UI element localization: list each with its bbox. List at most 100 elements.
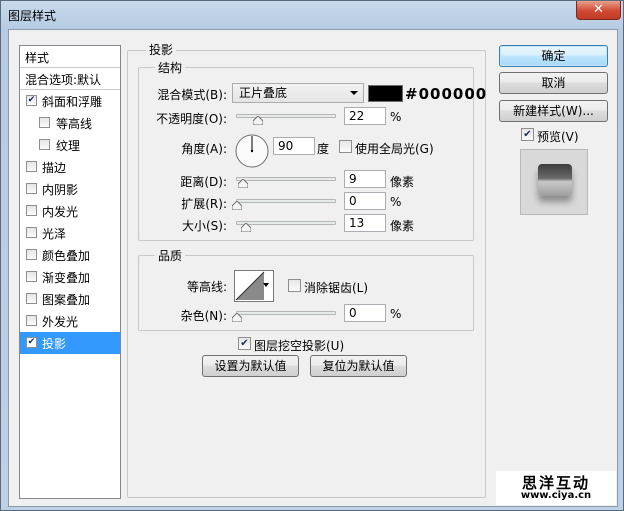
global-light-label: 使用全局光(G): [355, 142, 434, 156]
opacity-slider-thumb[interactable]: [253, 116, 263, 125]
style-item-label: 纹理: [56, 139, 81, 153]
preview-swatch: [538, 164, 572, 196]
style-item-stroke[interactable]: 描边: [20, 156, 120, 178]
style-item-bevel-emboss[interactable]: ✔ 斜面和浮雕: [20, 90, 120, 112]
title-bar: 图层样式 ✕: [1, 1, 623, 28]
style-item-label: 斜面和浮雕: [42, 95, 103, 109]
style-item-texture[interactable]: 纹理: [20, 134, 120, 156]
preview-label: 预览(V): [537, 130, 579, 144]
cancel-button[interactable]: 取消: [499, 72, 608, 94]
style-item-checkbox[interactable]: ✔: [26, 337, 37, 348]
spread-unit: %: [390, 195, 402, 209]
distance-slider-track[interactable]: [236, 177, 336, 181]
style-item-label: 图案叠加: [42, 293, 91, 307]
style-item-label: 等高线: [56, 117, 93, 131]
chevron-down-icon[interactable]: [263, 283, 269, 287]
size-slider-thumb[interactable]: [241, 223, 251, 232]
size-label: 大小(S):: [181, 219, 227, 233]
spread-slider-thumb[interactable]: [232, 201, 242, 210]
opacity-unit: %: [390, 110, 402, 124]
angle-label: 角度(A):: [181, 142, 227, 156]
distance-input[interactable]: 9: [344, 170, 386, 188]
structure-title: 结构: [155, 59, 186, 76]
close-button[interactable]: ✕: [576, 1, 621, 20]
style-item-outer-glow[interactable]: 外发光: [20, 310, 120, 332]
style-item-checkbox[interactable]: [26, 293, 37, 304]
style-item-color-overlay[interactable]: 颜色叠加: [20, 244, 120, 266]
spread-slider-track[interactable]: [236, 199, 336, 203]
style-list-header: 样式: [20, 46, 120, 68]
style-item-label: 投影: [42, 337, 67, 351]
style-item-checkbox[interactable]: [26, 315, 37, 326]
opacity-input[interactable]: 22: [344, 107, 386, 125]
style-item-label: 外发光: [42, 315, 79, 329]
shadow-color-swatch[interactable]: [368, 85, 403, 102]
preview-checkbox[interactable]: ✔: [521, 128, 534, 141]
opacity-label: 不透明度(O):: [156, 112, 227, 126]
style-item-checkbox[interactable]: [26, 227, 37, 238]
chevron-down-icon: [350, 91, 358, 95]
watermark-url: www.ciya.cn: [520, 490, 592, 501]
style-item-inner-glow[interactable]: 内发光: [20, 200, 120, 222]
style-item-satin[interactable]: 光泽: [20, 222, 120, 244]
shadow-color-hex: #000000: [405, 85, 488, 103]
style-item-label: 内发光: [42, 205, 79, 219]
anti-alias-label: 消除锯齿(L): [304, 281, 369, 295]
layer-style-dialog: 图层样式 ✕ 样式 混合选项:默认 ✔ 斜面和浮雕 等高线 纹理 描边 内阴影 …: [0, 0, 624, 511]
style-item-checkbox[interactable]: [26, 271, 37, 282]
style-item-gradient-overlay[interactable]: 渐变叠加: [20, 266, 120, 288]
global-light-checkbox[interactable]: [339, 140, 352, 153]
angle-dial[interactable]: [234, 133, 270, 169]
make-default-button[interactable]: 设置为默认值: [202, 355, 299, 377]
new-style-button[interactable]: 新建样式(W)...: [499, 100, 608, 122]
style-item-checkbox[interactable]: [39, 139, 50, 150]
size-slider-track[interactable]: [236, 221, 336, 225]
style-item-checkbox[interactable]: [26, 161, 37, 172]
distance-unit: 像素: [390, 175, 415, 189]
style-item-label: 混合选项:默认: [25, 73, 102, 87]
style-preview-thumbnail: [520, 149, 588, 215]
knockout-label: 图层挖空投影(U): [254, 339, 345, 353]
size-input[interactable]: 13: [344, 214, 386, 232]
ok-button[interactable]: 确定: [499, 45, 608, 67]
style-item-checkbox[interactable]: [26, 183, 37, 194]
style-item-inner-shadow[interactable]: 内阴影: [20, 178, 120, 200]
noise-slider-thumb[interactable]: [232, 313, 242, 322]
drop-shadow-title: 投影: [146, 41, 177, 58]
opacity-slider-track[interactable]: [236, 114, 336, 118]
angle-unit: 度: [317, 142, 330, 156]
style-list: 样式 混合选项:默认 ✔ 斜面和浮雕 等高线 纹理 描边 内阴影 内发光 光泽 …: [19, 45, 121, 499]
style-item-checkbox[interactable]: [26, 205, 37, 216]
style-item-label: 光泽: [42, 227, 67, 241]
style-item-label: 渐变叠加: [42, 271, 91, 285]
style-item-label: 描边: [42, 161, 67, 175]
contour-curve-icon: [235, 271, 265, 301]
style-list-header-label: 样式: [25, 51, 50, 65]
blend-mode-select[interactable]: 正片叠底: [232, 83, 364, 103]
style-item-label: 颜色叠加: [42, 249, 91, 263]
blend-mode-value: 正片叠底: [239, 86, 288, 100]
distance-slider-thumb[interactable]: [238, 179, 248, 188]
style-item-checkbox[interactable]: [39, 117, 50, 128]
knockout-checkbox[interactable]: ✔: [238, 337, 251, 350]
spread-input[interactable]: 0: [344, 192, 386, 210]
style-item-drop-shadow[interactable]: ✔ 投影: [20, 332, 120, 354]
noise-slider-track[interactable]: [236, 311, 336, 315]
watermark: 思洋互动 www.ciya.cn: [496, 471, 616, 505]
close-icon: ✕: [593, 2, 604, 17]
noise-input[interactable]: 0: [344, 304, 386, 322]
style-item-checkbox[interactable]: [26, 249, 37, 260]
anti-alias-checkbox[interactable]: [288, 279, 301, 292]
dialog-client-area: 样式 混合选项:默认 ✔ 斜面和浮雕 等高线 纹理 描边 内阴影 内发光 光泽 …: [8, 29, 618, 507]
angle-input[interactable]: 90: [273, 137, 315, 155]
style-item-contour[interactable]: 等高线: [20, 112, 120, 134]
window-title: 图层样式: [8, 9, 57, 23]
spread-label: 扩展(R):: [181, 197, 227, 211]
style-item-pattern-overlay[interactable]: 图案叠加: [20, 288, 120, 310]
contour-label: 等高线:: [186, 280, 227, 294]
reset-default-button[interactable]: 复位为默认值: [310, 355, 407, 377]
style-item-checkbox[interactable]: ✔: [26, 95, 37, 106]
style-item-blending-options[interactable]: 混合选项:默认: [20, 68, 120, 90]
noise-unit: %: [390, 307, 402, 321]
blend-mode-label: 混合模式(B):: [157, 88, 227, 102]
